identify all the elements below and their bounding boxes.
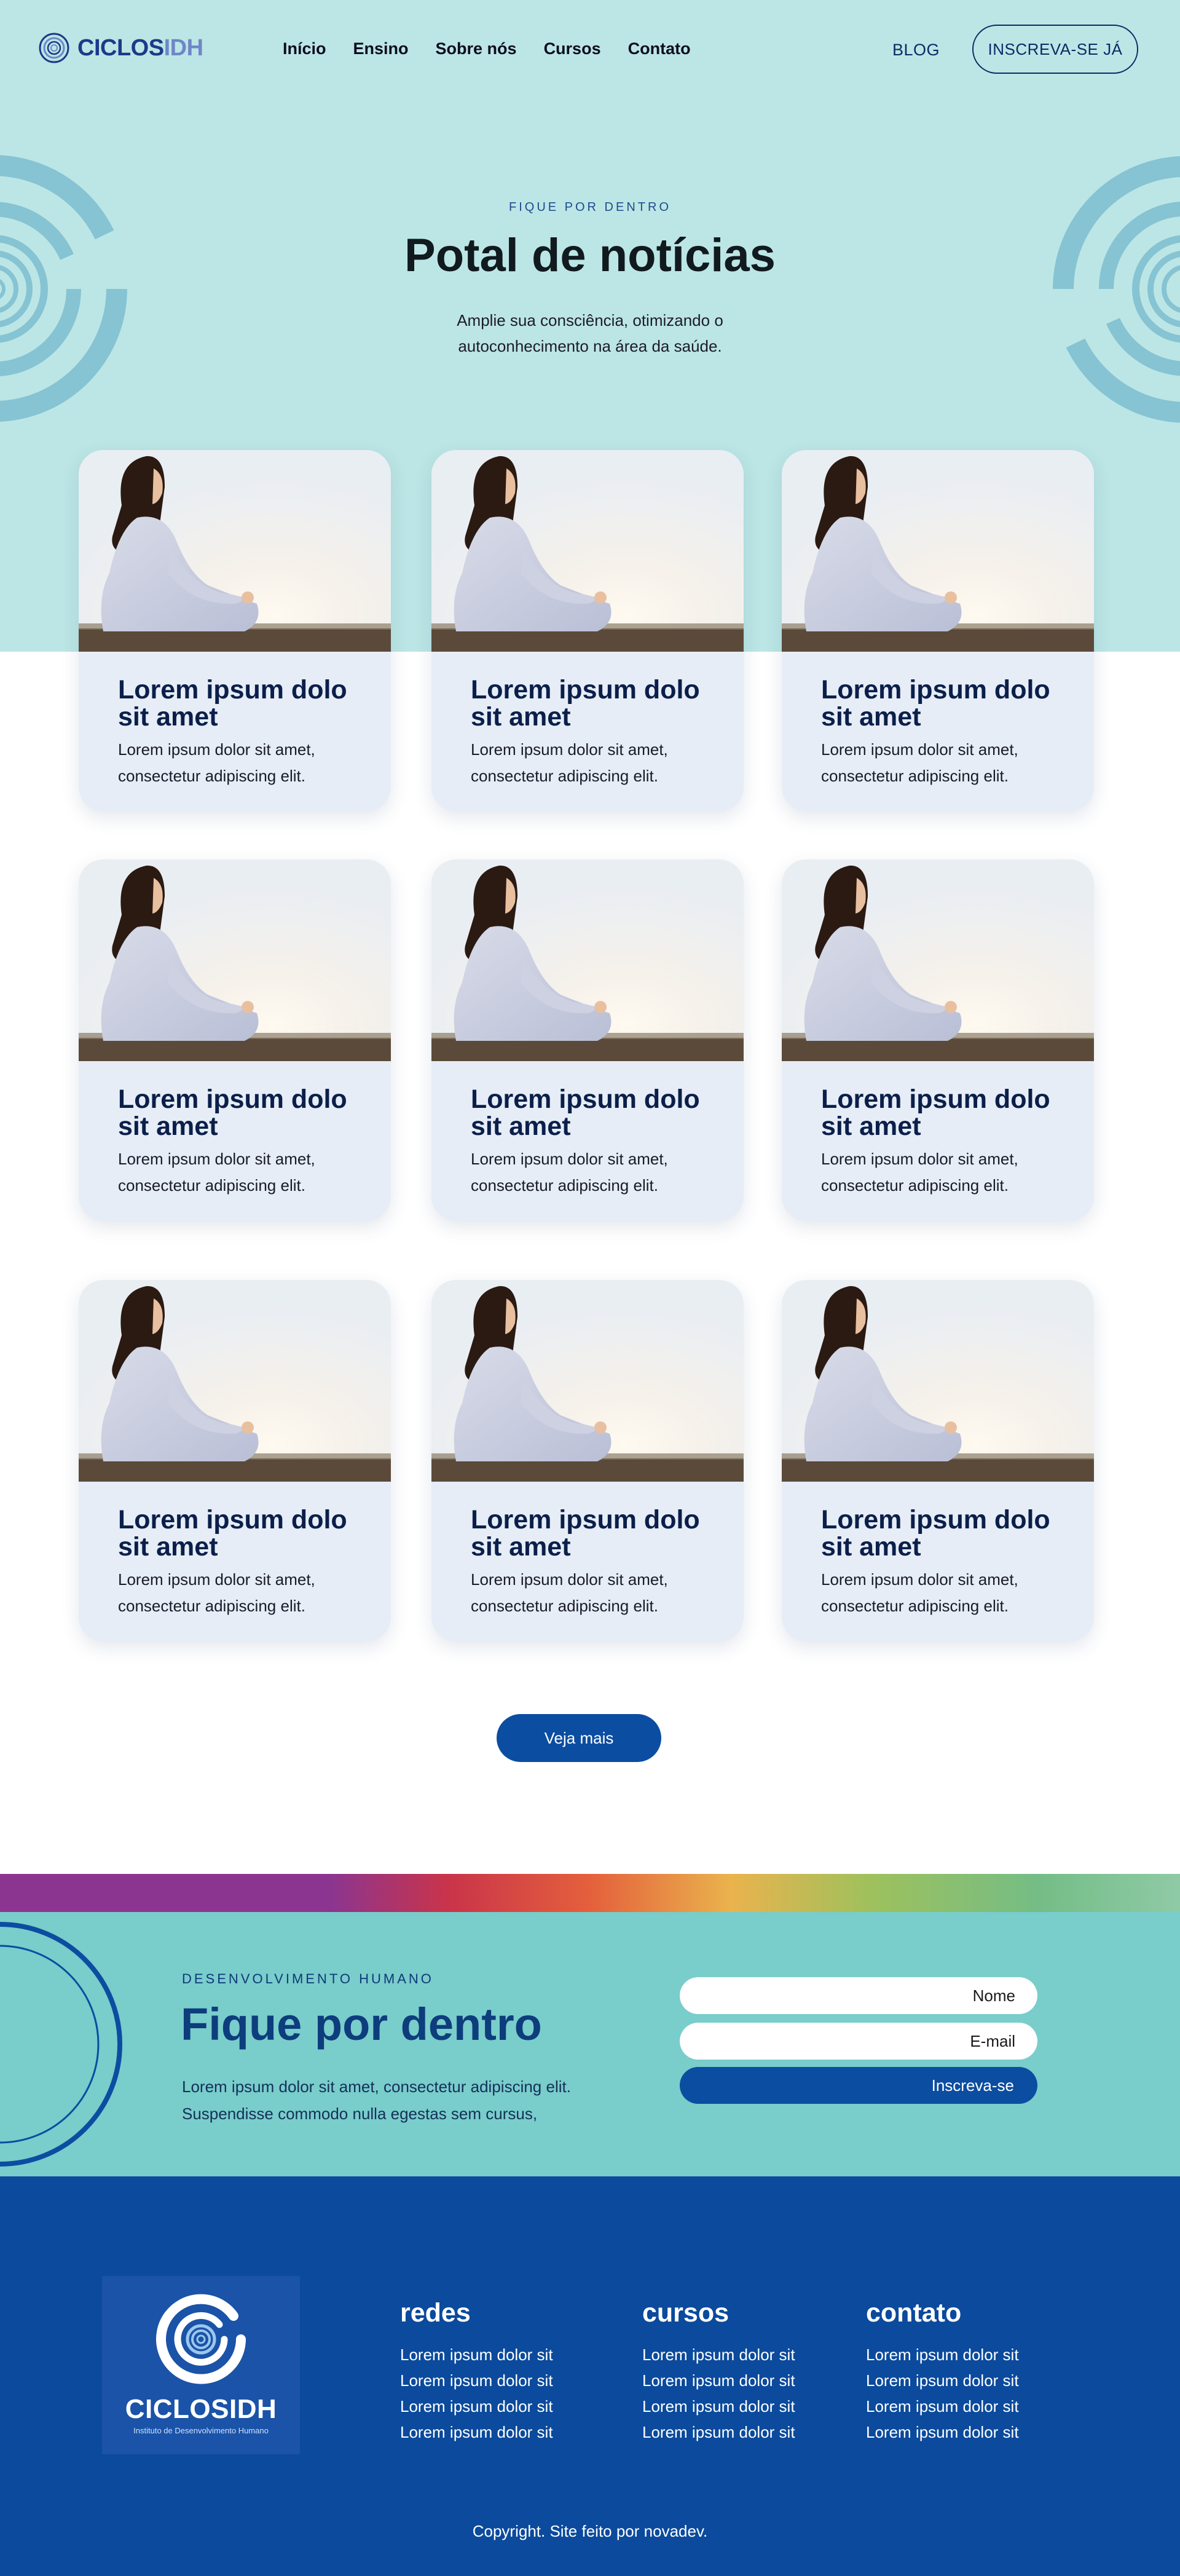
email-field[interactable]: [680, 2023, 1037, 2060]
name-field[interactable]: [680, 1977, 1037, 2014]
footer-link[interactable]: Lorem ipsum dolor sit: [866, 2368, 1069, 2393]
meditation-photo: [79, 859, 391, 1061]
card-title: Lorem ipsum dolo sit amet: [118, 1085, 347, 1141]
card-text: Lorem ipsum dolor sit amet, consectetur …: [118, 740, 315, 785]
logo-text: CICLOSIDH: [77, 34, 203, 61]
meditation-photo: [79, 1280, 391, 1482]
footer-link[interactable]: Lorem ipsum dolor sit: [642, 2419, 845, 2445]
newsletter-kicker: DESENVOLVIMENTO HUMANO: [182, 1971, 434, 1986]
footer: CICLOSIDH Instituto de Desenvolvimento H…: [0, 2176, 1180, 2576]
card-text: Lorem ipsum dolor sit amet, consectetur …: [118, 1150, 315, 1195]
subscribe-now-button[interactable]: INSCREVA-SE JÁ: [972, 25, 1138, 74]
footer-link[interactable]: Lorem ipsum dolor sit: [642, 2342, 845, 2368]
card-title: Lorem ipsum dolo sit amet: [821, 675, 1050, 732]
footer-column-redes: redes Lorem ipsum dolor sit Lorem ipsum …: [400, 2298, 603, 2445]
footer-logo-tagline: Instituto de Desenvolvimento Humano: [133, 2426, 269, 2435]
brand-logo[interactable]: CICLOSIDH: [38, 32, 203, 64]
card-title: Lorem ipsum dolo sit amet: [821, 1505, 1050, 1562]
footer-logo-icon: [156, 2294, 246, 2384]
navbar: CICLOSIDH Início Ensino Sobre nós Cursos…: [0, 0, 1180, 98]
footer-column-title: cursos: [642, 2298, 730, 2328]
card-title: Lorem ipsum dolo sit amet: [118, 1505, 347, 1562]
footer-column-title: redes: [400, 2298, 471, 2328]
news-card[interactable]: Lorem ipsum dolo sit amet Lorem ipsum do…: [431, 1280, 744, 1642]
newsletter-section: DESENVOLVIMENTO HUMANO Fique por dentro …: [0, 1912, 1180, 2176]
footer-logo[interactable]: CICLOSIDH Instituto de Desenvolvimento H…: [102, 2276, 300, 2454]
decorative-rings-right: [1053, 156, 1180, 423]
news-card[interactable]: Lorem ipsum dolo sit amet Lorem ipsum do…: [782, 1280, 1094, 1642]
card-text: Lorem ipsum dolor sit amet, consectetur …: [821, 740, 1018, 785]
hero-subtitle: Amplie sua consciência, otimizando o aut…: [457, 311, 723, 355]
news-card[interactable]: Lorem ipsum dolo sit amet Lorem ipsum do…: [782, 859, 1094, 1221]
footer-link[interactable]: Lorem ipsum dolor sit: [866, 2419, 1069, 2445]
newsletter-text: Lorem ipsum dolor sit amet, consectetur …: [182, 2077, 571, 2123]
footer-column-cursos: cursos Lorem ipsum dolor sit Lorem ipsum…: [642, 2298, 845, 2445]
footer-logo-name: CICLOSIDH: [125, 2394, 277, 2424]
news-card[interactable]: Lorem ipsum dolo sit amet Lorem ipsum do…: [782, 450, 1094, 812]
card-title: Lorem ipsum dolo sit amet: [471, 675, 700, 732]
footer-link[interactable]: Lorem ipsum dolor sit: [400, 2393, 603, 2419]
footer-link[interactable]: Lorem ipsum dolor sit: [642, 2393, 845, 2419]
footer-link[interactable]: Lorem ipsum dolor sit: [642, 2368, 845, 2393]
news-card[interactable]: Lorem ipsum dolo sit amet Lorem ipsum do…: [79, 450, 391, 812]
logo-icon: [39, 33, 69, 63]
footer-column-title: contato: [866, 2298, 962, 2328]
meditation-photo: [782, 859, 1094, 1061]
meditation-photo: [431, 450, 744, 652]
card-text: Lorem ipsum dolor sit amet, consectetur …: [471, 1570, 668, 1615]
newsletter-submit-button[interactable]: Inscreva-se: [680, 2067, 1037, 2104]
nav-link-sobre-nos[interactable]: Sobre nós: [436, 39, 517, 58]
news-card[interactable]: Lorem ipsum dolo sit amet Lorem ipsum do…: [79, 1280, 391, 1642]
news-card[interactable]: Lorem ipsum dolo sit amet Lorem ipsum do…: [79, 859, 391, 1221]
meditation-photo: [782, 1280, 1094, 1482]
footer-link[interactable]: Lorem ipsum dolor sit: [400, 2342, 603, 2368]
decorative-rings-left: [0, 155, 127, 422]
copyright-text: Copyright. Site feito por novadev.: [472, 2522, 708, 2540]
card-text: Lorem ipsum dolor sit amet, consectetur …: [471, 740, 668, 785]
rainbow-stripe: [0, 1874, 1180, 1912]
card-text: Lorem ipsum dolor sit amet, consectetur …: [821, 1570, 1018, 1615]
card-title: Lorem ipsum dolo sit amet: [471, 1085, 700, 1141]
footer-link[interactable]: Lorem ipsum dolor sit: [866, 2393, 1069, 2419]
meditation-photo: [431, 1280, 744, 1482]
hero-kicker: FIQUE POR DENTRO: [508, 200, 671, 214]
meditation-photo: [782, 450, 1094, 652]
nav-link-cursos[interactable]: Cursos: [544, 39, 601, 58]
card-title: Lorem ipsum dolo sit amet: [471, 1505, 700, 1562]
news-card[interactable]: Lorem ipsum dolo sit amet Lorem ipsum do…: [431, 450, 744, 812]
main-nav: Início Ensino Sobre nós Cursos Contato: [283, 39, 691, 58]
newsletter-title: Fique por dentro: [181, 1999, 542, 2050]
footer-link[interactable]: Lorem ipsum dolor sit: [400, 2419, 603, 2445]
footer-column-contato: contato Lorem ipsum dolor sit Lorem ipsu…: [866, 2298, 1069, 2445]
card-text: Lorem ipsum dolor sit amet, consectetur …: [821, 1150, 1018, 1195]
footer-link[interactable]: Lorem ipsum dolor sit: [400, 2368, 603, 2393]
nav-link-ensino[interactable]: Ensino: [353, 39, 409, 58]
meditation-photo: [79, 450, 391, 652]
card-title: Lorem ipsum dolo sit amet: [821, 1085, 1050, 1141]
blog-link[interactable]: BLOG: [892, 41, 940, 60]
meditation-photo: [431, 859, 744, 1061]
nav-link-contato[interactable]: Contato: [628, 39, 691, 58]
news-card[interactable]: Lorem ipsum dolo sit amet Lorem ipsum do…: [431, 859, 744, 1221]
see-more-button[interactable]: Veja mais: [497, 1714, 661, 1762]
card-title: Lorem ipsum dolo sit amet: [118, 675, 347, 732]
page-title: Potal de notícias: [404, 229, 776, 282]
nav-link-inicio[interactable]: Início: [283, 39, 326, 58]
footer-link[interactable]: Lorem ipsum dolor sit: [866, 2342, 1069, 2368]
card-text: Lorem ipsum dolor sit amet, consectetur …: [471, 1150, 668, 1195]
decorative-rings-newsletter: [0, 1922, 122, 2167]
card-text: Lorem ipsum dolor sit amet, consectetur …: [118, 1570, 315, 1615]
